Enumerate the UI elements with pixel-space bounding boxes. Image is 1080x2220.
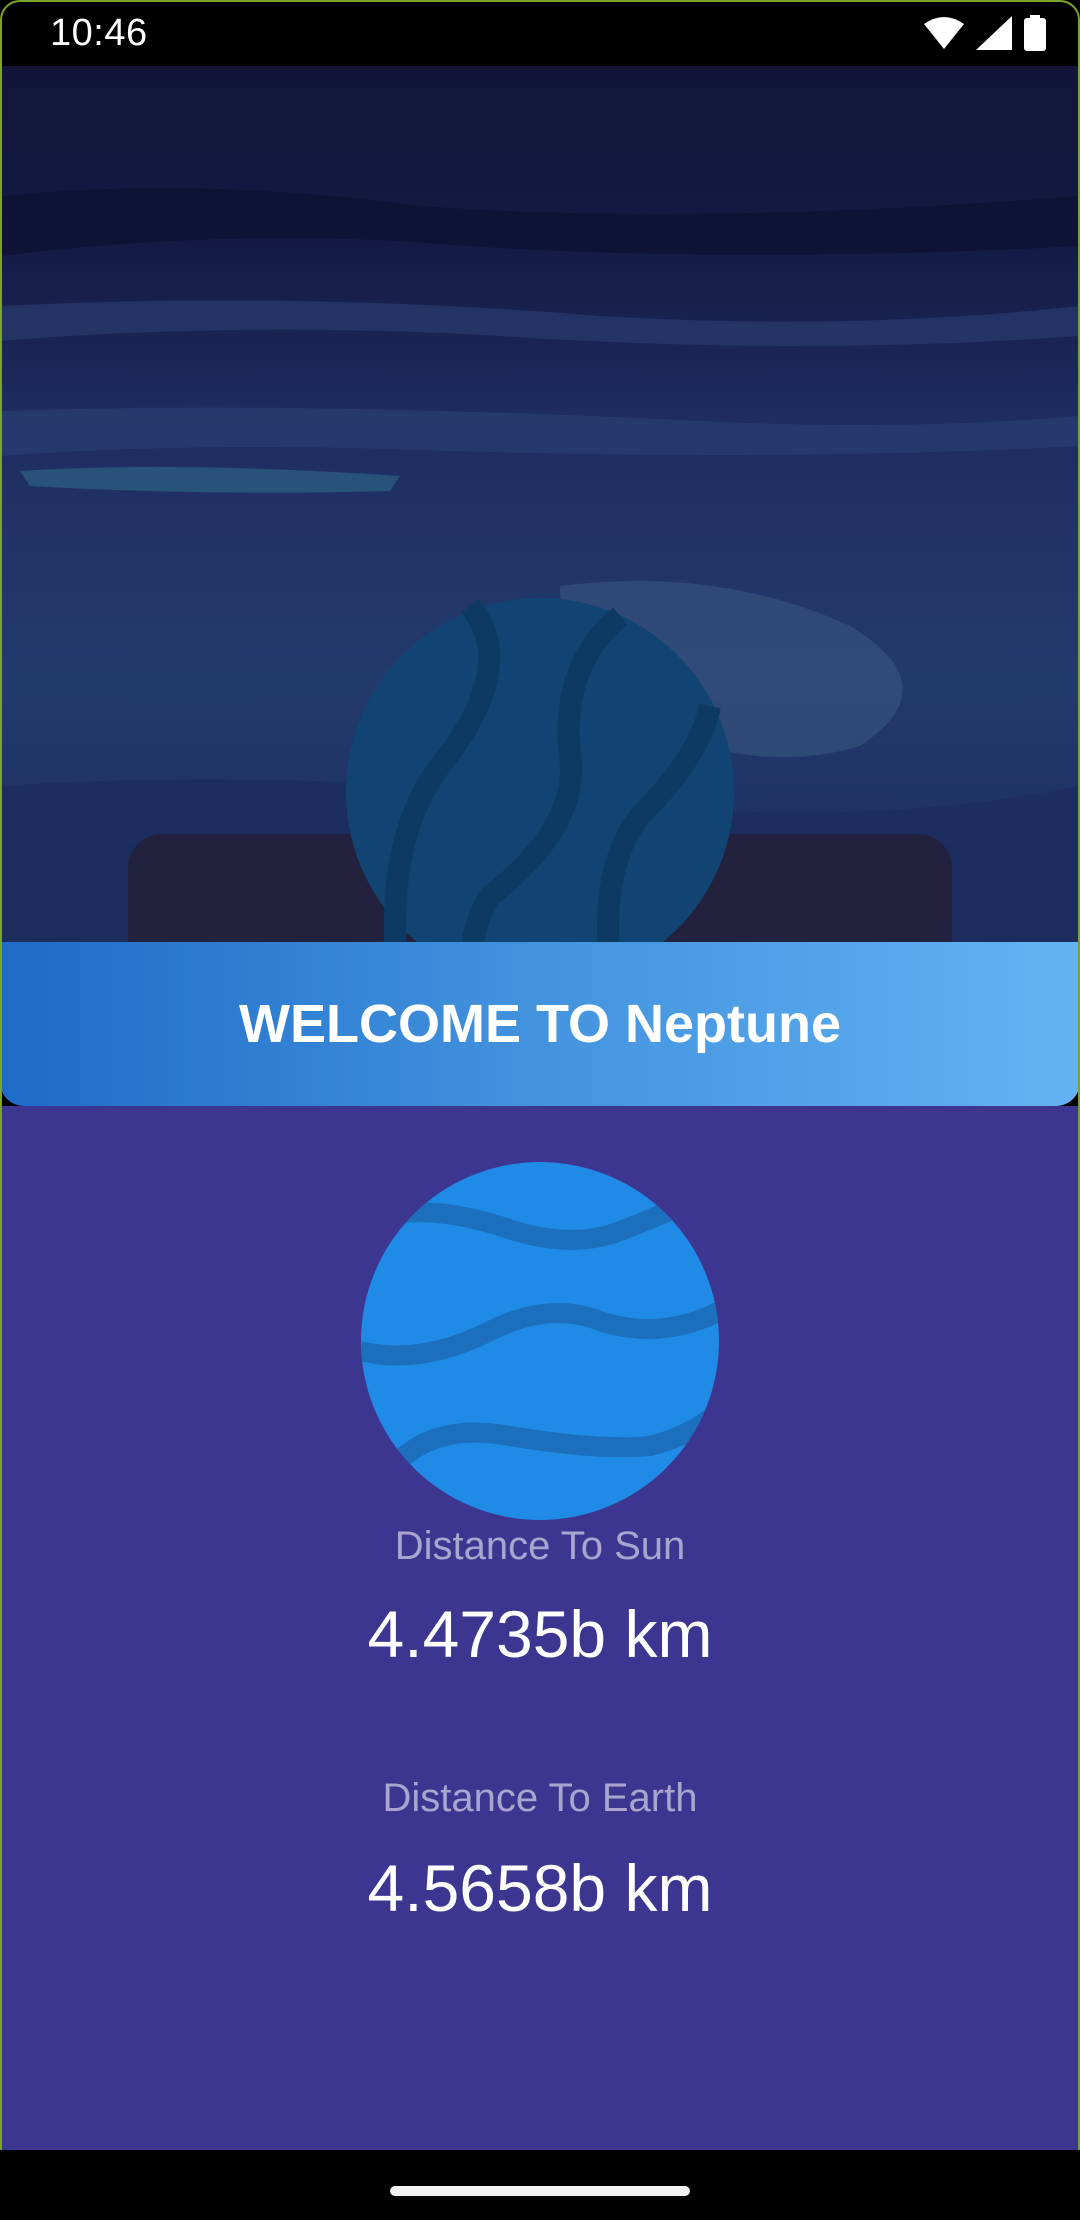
home-gesture-handle[interactable]: [390, 2186, 690, 2196]
background-scene-image: [0, 66, 1080, 942]
wifi-icon: [924, 17, 964, 49]
distance-to-sun-value: 4.4735b km: [367, 1597, 713, 1671]
welcome-title: WELCOME TO Neptune: [239, 994, 841, 1054]
distance-to-earth-value: 4.5658b km: [367, 1851, 713, 1925]
welcome-banner: WELCOME TO Neptune: [0, 942, 1080, 1106]
distance-to-sun-label: Distance To Sun: [394, 1524, 686, 1568]
cellular-signal-icon: [976, 16, 1012, 50]
navigation-bar: [0, 2150, 1080, 2220]
planet-info-panel: Distance To Sun 4.4735b km Distance To E…: [0, 1106, 1080, 2150]
battery-icon: [1024, 15, 1046, 51]
neptune-planet-icon: [361, 1162, 719, 1520]
distance-to-earth-label: Distance To Earth: [382, 1776, 698, 1820]
status-bar: 10:46: [0, 0, 1080, 66]
status-icons: [924, 14, 1046, 52]
status-time: 10:46: [50, 12, 148, 54]
